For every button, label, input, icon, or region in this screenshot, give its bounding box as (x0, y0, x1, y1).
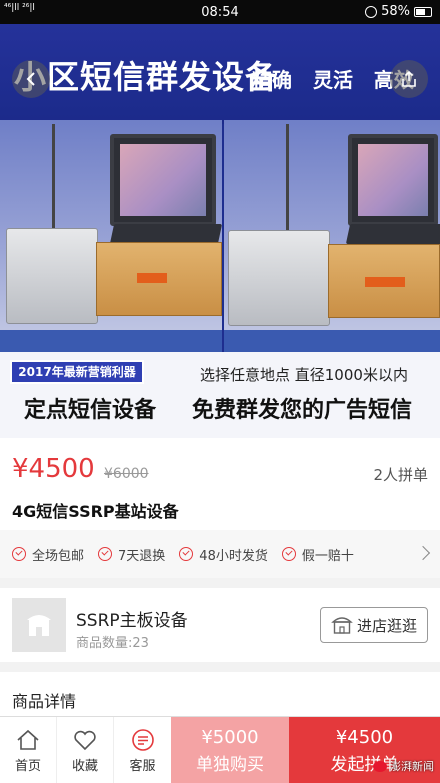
share-icon (402, 70, 416, 87)
promo-badge: 2017年最新营销利器 (10, 360, 144, 384)
laptop (110, 134, 216, 226)
home-icon (17, 729, 39, 750)
heart-icon (74, 730, 96, 751)
alarm-icon (365, 5, 378, 18)
device-box (328, 244, 440, 318)
guarantee-item: 全场包邮 (12, 545, 84, 564)
antenna (286, 124, 289, 236)
product-title: 4G短信SSRP基站设备 (12, 502, 179, 521)
group-size-label: 2人拼单 (373, 466, 428, 484)
product-image-banner[interactable]: 小区短信群发设备 精确 灵活 高效 2017年最新营销利器 定点短信设备 选择任… (0, 24, 440, 438)
back-button[interactable] (12, 60, 50, 98)
weibo-icon (373, 760, 387, 772)
product-page: ⁴⁶|ll ²⁶|l 08:54 58% 小区短信群发设备 精确 灵活 高效 2… (0, 0, 440, 783)
guarantee-item: 48小时发货 (179, 545, 268, 564)
single-price: ¥5000 (201, 726, 259, 748)
shop-item-count: 商品数量:23 (76, 636, 149, 651)
product-details-section: 商品详情 (0, 672, 440, 722)
banner-title: 小区短信群发设备 (14, 58, 279, 96)
device-box (96, 242, 222, 316)
laptop (348, 134, 438, 226)
battery-status: 58% (365, 4, 432, 19)
store-icon (331, 617, 353, 634)
group-buy-price: ¥4500 (335, 726, 394, 748)
share-button[interactable] (390, 60, 428, 98)
check-icon (12, 547, 26, 561)
customer-service-tab[interactable]: 客服 (114, 717, 171, 783)
buy-alone-button[interactable]: ¥5000 单独购买 (171, 717, 289, 783)
banner-subtitle-note: 选择任意地点 直径1000米以内 (200, 366, 408, 384)
chevron-right-icon[interactable] (415, 545, 431, 561)
shop-name: SSRP主板设备 (76, 611, 188, 631)
banner-subtitle-right: 免费群发您的广告短信 (192, 398, 413, 423)
single-label: 单独购买 (196, 754, 264, 775)
watermark: 澎湃新闻 (373, 758, 434, 774)
home-tab[interactable]: 首页 (0, 717, 57, 783)
guarantee-item: 7天退换 (98, 545, 165, 564)
service-guarantees[interactable]: 全场包邮 7天退换 48小时发货 假一赔十 (0, 530, 440, 578)
favorite-tab[interactable]: 收藏 (57, 717, 114, 783)
base-station-device (6, 228, 98, 324)
shop-logo (12, 598, 66, 652)
store-icon (27, 615, 51, 636)
banner-subtitle-left: 定点短信设备 (24, 398, 157, 423)
shop-card[interactable]: SSRP主板设备 商品数量:23 进店逛逛 (0, 588, 440, 662)
original-price: ¥6000 (104, 466, 149, 482)
battery-percent: 58% (381, 4, 410, 19)
antenna (52, 124, 55, 234)
visit-store-button[interactable]: 进店逛逛 (320, 607, 428, 643)
product-photo-right (224, 120, 440, 352)
base-station-device (228, 230, 330, 326)
product-photo-left (0, 120, 222, 352)
banner-bottom-band: 2017年最新营销利器 定点短信设备 选择任意地点 直径1000米以内 免费群发… (0, 352, 440, 438)
back-arrow-icon (26, 72, 35, 86)
check-icon (281, 547, 296, 561)
price-section: ¥4500 ¥6000 2人拼单 4G短信SSRP基站设备 (0, 438, 440, 530)
check-icon (98, 547, 113, 561)
status-bar: ⁴⁶|ll ²⁶|l 08:54 58% (0, 0, 440, 24)
chat-icon (131, 729, 154, 751)
group-price: ¥4500 (12, 454, 95, 484)
check-icon (179, 547, 194, 561)
battery-icon (414, 6, 432, 17)
guarantee-item: 假一赔十 (281, 545, 354, 564)
details-heading: 商品详情 (12, 692, 77, 711)
